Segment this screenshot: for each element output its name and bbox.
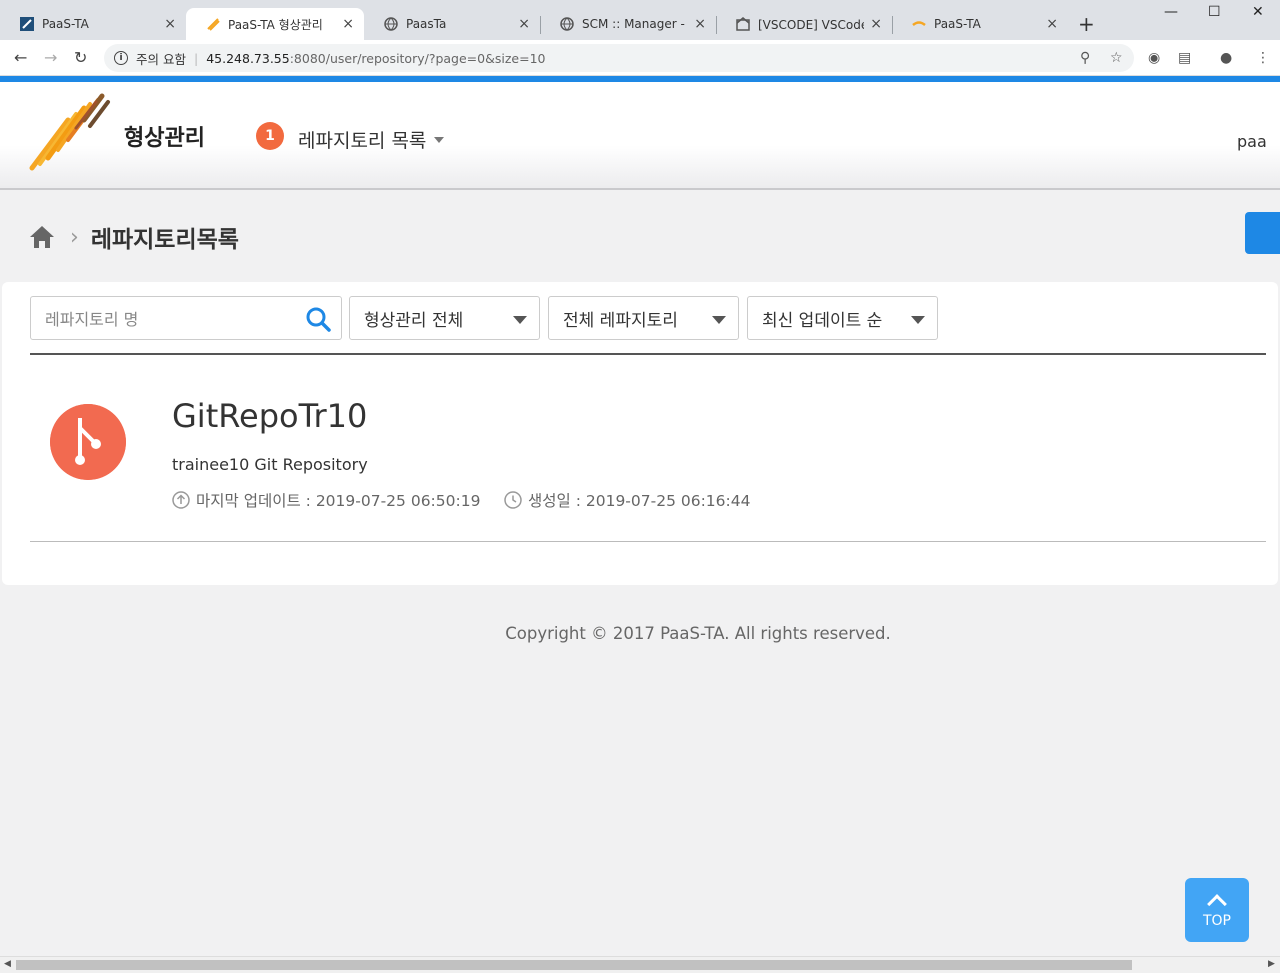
browser-tab-6[interactable]: PaaS-TA × <box>892 8 1068 40</box>
last-updated-text: 마지막 업데이트 : 2019-07-25 06:50:19 <box>196 492 481 510</box>
url-host: 45.248.73.55 <box>206 50 290 66</box>
kebab-menu-icon[interactable]: ⋮ <box>1256 50 1270 66</box>
close-icon[interactable]: × <box>694 16 706 32</box>
app-header: 형상관리 1 레파지토리 목록 paa <box>0 82 1280 190</box>
url-omnibox[interactable]: i 주의 요함 | 45.248.73.55:8080/user/reposit… <box>104 44 1134 72</box>
profile-avatar-icon[interactable]: ● <box>1220 50 1232 66</box>
search-box <box>30 296 342 340</box>
paasta-logo-icon[interactable] <box>28 90 112 174</box>
select-value: 전체 레파지토리 <box>563 310 678 331</box>
tab-separator <box>716 16 717 34</box>
camera-icon[interactable]: ◉ <box>1148 50 1160 66</box>
upload-arrow-icon <box>172 491 190 509</box>
create-repository-button[interactable] <box>1245 212 1280 254</box>
scrollbar-thumb[interactable] <box>16 960 1132 970</box>
list-divider <box>30 353 1266 355</box>
tab-title: SCM :: Manager - Git <box>582 17 688 31</box>
user-name[interactable]: paa <box>1237 132 1267 151</box>
close-icon[interactable]: × <box>164 16 176 32</box>
window-close-icon[interactable]: ✕ <box>1252 4 1264 20</box>
tab-title: PaaS-TA <box>934 17 981 31</box>
caret-down-icon <box>434 136 445 143</box>
scroll-right-icon[interactable]: ▶ <box>1268 959 1275 969</box>
git-branch-icon[interactable] <box>50 404 126 480</box>
clock-icon <box>504 491 522 509</box>
globe-icon <box>384 17 398 31</box>
created-date: 생성일 : 2019-07-25 06:16:44 <box>504 489 750 511</box>
tab-separator <box>540 16 541 34</box>
address-bar: ← → ↻ i 주의 요함 | 45.248.73.55:8080/user/r… <box>0 40 1280 76</box>
reload-icon[interactable]: ↻ <box>74 48 87 67</box>
sort-order-select[interactable]: 최신 업데이트 순 <box>747 296 938 340</box>
minimize-icon[interactable]: — <box>1164 4 1178 20</box>
url-path: :8080/user/repository/?page=0&size=10 <box>289 50 546 66</box>
repository-name-link[interactable]: GitRepoTr10 <box>172 397 367 435</box>
list-divider <box>30 541 1266 542</box>
repository-list-card: 형상관리 전체 전체 레파지토리 최신 업데이트 순 GitRepoTr10 t… <box>2 282 1278 585</box>
brand-title[interactable]: 형상관리 <box>124 120 205 152</box>
new-tab-button[interactable]: + <box>1078 12 1095 36</box>
tab-title: PaasTa <box>406 17 447 31</box>
notification-badge: 1 <box>256 122 284 150</box>
browser-tab-5[interactable]: [VSCODE] VSCode에 G × <box>716 8 892 40</box>
cast-icon[interactable]: ▤ <box>1178 50 1191 66</box>
scroll-left-icon[interactable]: ◀ <box>4 959 11 969</box>
forward-arrow-icon[interactable]: → <box>44 48 57 67</box>
scm-type-select[interactable]: 형상관리 전체 <box>349 296 540 340</box>
tab-separator <box>892 16 893 34</box>
close-icon[interactable]: × <box>870 16 882 32</box>
browser-tab-1[interactable]: PaaS-TA × <box>0 8 186 40</box>
security-warning[interactable]: 주의 요함 <box>136 49 186 68</box>
select-value: 형상관리 전체 <box>364 310 464 331</box>
chevron-up-icon <box>1207 894 1227 914</box>
breadcrumb: › 레파지토리목록 <box>28 214 239 260</box>
top-label: TOP <box>1202 913 1231 929</box>
search-input[interactable] <box>45 307 295 331</box>
bookmark-star-icon[interactable]: ☆ <box>1110 50 1123 66</box>
paasta-wing-favicon-icon <box>912 17 926 31</box>
select-value: 최신 업데이트 순 <box>762 310 883 331</box>
chevron-right-icon: › <box>70 224 79 250</box>
caret-down-icon <box>513 316 527 324</box>
caret-down-icon <box>911 316 925 324</box>
repository-description: trainee10 Git Repository <box>172 455 368 474</box>
close-icon[interactable]: × <box>342 16 354 32</box>
paasta-favicon-icon <box>20 17 34 31</box>
scm-favicon-icon <box>206 17 220 31</box>
page-title: 레파지토리목록 <box>90 227 239 253</box>
created-date-text: 생성일 : 2019-07-25 06:16:44 <box>528 492 751 510</box>
repository-scope-select[interactable]: 전체 레파지토리 <box>548 296 739 340</box>
tab-title: PaaS-TA <box>42 17 89 31</box>
browser-tab-3[interactable]: PaasTa × <box>364 8 540 40</box>
browser-tab-bar: PaaS-TA × PaaS-TA 형상관리 × PaasTa × SCM ::… <box>0 0 1280 40</box>
info-icon[interactable]: i <box>114 51 128 65</box>
browser-tab-2[interactable]: PaaS-TA 형상관리 × <box>186 8 364 40</box>
blog-favicon-icon <box>736 17 750 31</box>
last-updated: 마지막 업데이트 : 2019-07-25 06:50:19 <box>172 489 480 511</box>
menu-label: 레파지토리 목록 <box>298 130 427 152</box>
horizontal-scrollbar[interactable]: ◀ ▶ <box>0 956 1280 973</box>
zoom-icon[interactable]: ⚲ <box>1080 50 1090 66</box>
tab-title: PaaS-TA 형상관리 <box>228 17 323 32</box>
footer-copyright: Copyright © 2017 PaaS-TA. All rights res… <box>505 624 891 643</box>
omnibox-divider: | <box>193 50 199 66</box>
back-arrow-icon[interactable]: ← <box>14 48 27 67</box>
globe-icon <box>560 17 574 31</box>
close-icon[interactable]: × <box>1046 16 1058 32</box>
scroll-top-button[interactable]: TOP <box>1185 878 1249 942</box>
maximize-icon[interactable]: ☐ <box>1208 4 1221 20</box>
tab-title: [VSCODE] VSCode에 G <box>758 17 864 32</box>
repository-menu-dropdown[interactable]: 레파지토리 목록 <box>298 126 445 153</box>
close-icon[interactable]: × <box>518 16 530 32</box>
search-icon[interactable] <box>305 306 331 332</box>
home-icon[interactable] <box>28 223 56 251</box>
caret-down-icon <box>712 316 726 324</box>
browser-tab-4[interactable]: SCM :: Manager - Git × <box>540 8 716 40</box>
